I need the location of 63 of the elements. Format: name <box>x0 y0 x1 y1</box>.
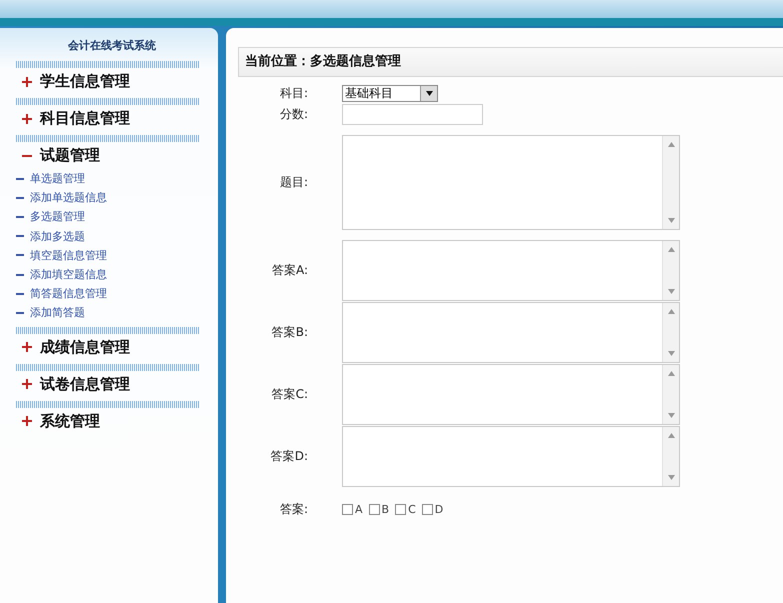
menu-item[interactable]: 添加简答题 <box>30 305 85 320</box>
menu-item[interactable]: 简答题信息管理 <box>30 286 107 302</box>
scroll-up-icon[interactable] <box>668 309 674 314</box>
dash-icon <box>16 274 24 276</box>
scroll-down-icon[interactable] <box>668 413 674 418</box>
scroll-up-icon[interactable] <box>668 247 674 252</box>
option-label: D <box>434 503 444 516</box>
dash-icon <box>16 254 24 256</box>
input-field[interactable] <box>342 104 483 125</box>
sidebar-title: 会计在线考试系统 <box>67 38 157 53</box>
scroll-up-icon[interactable] <box>668 433 674 438</box>
dash-icon <box>16 178 24 180</box>
scroll-down-icon[interactable] <box>668 289 674 294</box>
field-label: 答案B: <box>270 324 309 341</box>
menu-item[interactable]: 添加多选题 <box>30 228 85 244</box>
option-label: B <box>382 503 390 516</box>
menu-group[interactable]: 试卷信息管理 <box>40 374 130 394</box>
field-label: 答案A: <box>270 262 309 279</box>
subject-select[interactable]: 基础科目 <box>342 85 438 102</box>
menu-group[interactable]: 成绩信息管理 <box>40 338 130 356</box>
text-area[interactable] <box>342 302 680 363</box>
dash-icon <box>16 216 24 218</box>
dash-icon <box>16 312 24 314</box>
scrollbar[interactable] <box>662 303 679 362</box>
checkbox[interactable] <box>368 504 380 515</box>
checkbox[interactable] <box>395 504 406 515</box>
scroll-up-icon[interactable] <box>668 142 674 147</box>
option-label: C <box>408 503 416 516</box>
field-label: 分数: <box>278 106 309 123</box>
checkbox[interactable] <box>422 504 433 515</box>
menu-group[interactable]: 试题管理 <box>40 146 100 165</box>
text-area[interactable] <box>342 426 680 487</box>
field-label: 题目: <box>278 174 309 191</box>
breadcrumb: 当前位置：多选题信息管理 <box>238 47 783 77</box>
scroll-down-icon[interactable] <box>668 218 674 223</box>
scroll-up-icon[interactable] <box>668 371 674 376</box>
menu-item[interactable]: 单选题管理 <box>30 171 85 186</box>
scroll-down-icon[interactable] <box>668 351 674 356</box>
text-area[interactable] <box>342 240 680 301</box>
field-label: 科目: <box>278 85 309 102</box>
menu-item[interactable]: 添加填空题信息 <box>30 267 107 282</box>
dash-icon <box>16 196 24 199</box>
dash-icon <box>16 235 24 238</box>
menu-group[interactable]: 系统管理 <box>40 412 100 430</box>
scrollbar[interactable] <box>662 241 679 300</box>
checkbox[interactable] <box>342 504 353 515</box>
menu-item[interactable]: 多选题管理 <box>30 209 85 224</box>
dropdown-arrow-icon[interactable] <box>426 91 432 96</box>
field-label: 答案D: <box>270 448 309 465</box>
menu-group[interactable]: 学生信息管理 <box>40 72 130 91</box>
text-area[interactable] <box>342 364 680 425</box>
scrollbar[interactable] <box>662 365 679 424</box>
field-label: 答案C: <box>270 386 309 403</box>
dash-icon <box>16 292 24 295</box>
scrollbar[interactable] <box>662 136 679 229</box>
menu-item[interactable]: 填空题信息管理 <box>30 248 107 263</box>
scroll-down-icon[interactable] <box>668 475 674 480</box>
text-area[interactable] <box>342 135 680 230</box>
option-label: A <box>355 503 363 516</box>
scrollbar[interactable] <box>662 427 679 486</box>
menu-group[interactable]: 科目信息管理 <box>40 109 130 128</box>
menu-item[interactable]: 添加单选题信息 <box>30 190 107 206</box>
field-label: 答案: <box>278 501 309 518</box>
